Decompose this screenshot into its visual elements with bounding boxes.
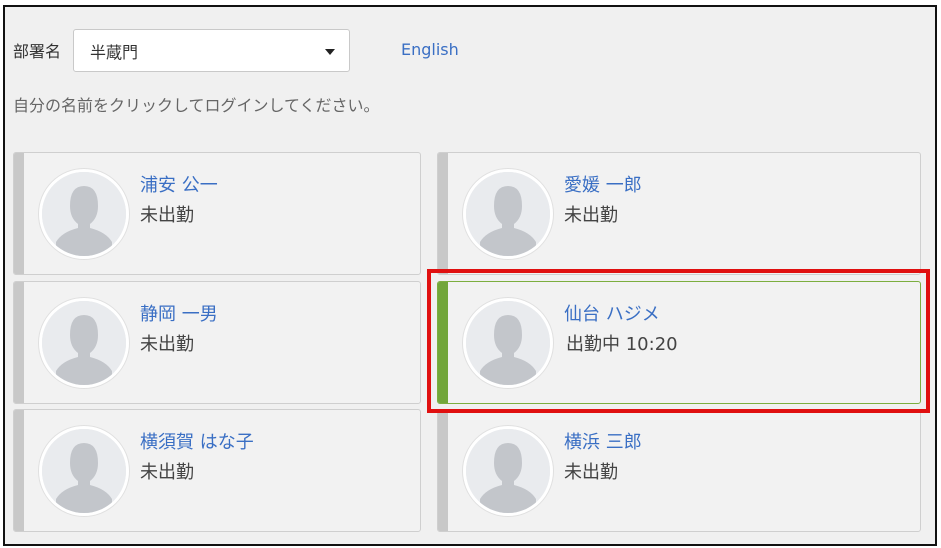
employee-status: 未出勤 xyxy=(140,205,194,226)
employee-name[interactable]: 横浜 三郎 xyxy=(564,428,642,454)
employee-status: 未出勤 xyxy=(140,462,194,483)
employee-name[interactable]: 横須賀 はな子 xyxy=(140,428,254,454)
status-stripe xyxy=(438,410,448,531)
person-silhouette-icon xyxy=(463,298,553,388)
employee-card[interactable]: 横須賀 はな子 未出勤 xyxy=(13,409,421,532)
person-silhouette-icon xyxy=(463,426,553,516)
employee-name[interactable]: 浦安 公一 xyxy=(140,171,218,197)
employee-status: 未出勤 xyxy=(140,334,194,355)
person-silhouette-icon xyxy=(39,426,129,516)
status-stripe xyxy=(14,410,24,531)
status-stripe xyxy=(14,282,24,403)
status-stripe xyxy=(438,282,448,403)
employee-status: 未出勤 xyxy=(564,462,618,483)
person-silhouette-icon xyxy=(463,169,553,259)
department-select[interactable]: 半蔵門 xyxy=(73,29,350,72)
employee-card[interactable]: 浦安 公一 未出勤 xyxy=(13,152,421,275)
employee-card[interactable]: 愛媛 一郎 未出勤 xyxy=(437,152,921,275)
employee-name[interactable]: 静岡 一男 xyxy=(140,300,218,326)
chevron-down-icon xyxy=(325,49,335,55)
employee-name[interactable]: 仙台 ハジメ xyxy=(564,300,660,326)
person-silhouette-icon xyxy=(39,298,129,388)
employee-card[interactable]: 静岡 一男 未出勤 xyxy=(13,281,421,404)
status-stripe xyxy=(14,153,24,274)
employee-card-active[interactable]: 仙台 ハジメ 出勤中 10:20 xyxy=(437,281,921,404)
status-stripe xyxy=(438,153,448,274)
employee-card[interactable]: 横浜 三郎 未出勤 xyxy=(437,409,921,532)
person-silhouette-icon xyxy=(39,169,129,259)
employee-status: 未出勤 xyxy=(564,205,618,226)
language-link[interactable]: English xyxy=(401,40,459,59)
department-label: 部署名 xyxy=(13,42,62,61)
employee-status: 出勤中 10:20 xyxy=(566,334,678,355)
department-select-value: 半蔵門 xyxy=(90,43,139,62)
login-instruction: 自分の名前をクリックしてログインしてください。 xyxy=(13,96,380,115)
employee-name[interactable]: 愛媛 一郎 xyxy=(564,171,642,197)
